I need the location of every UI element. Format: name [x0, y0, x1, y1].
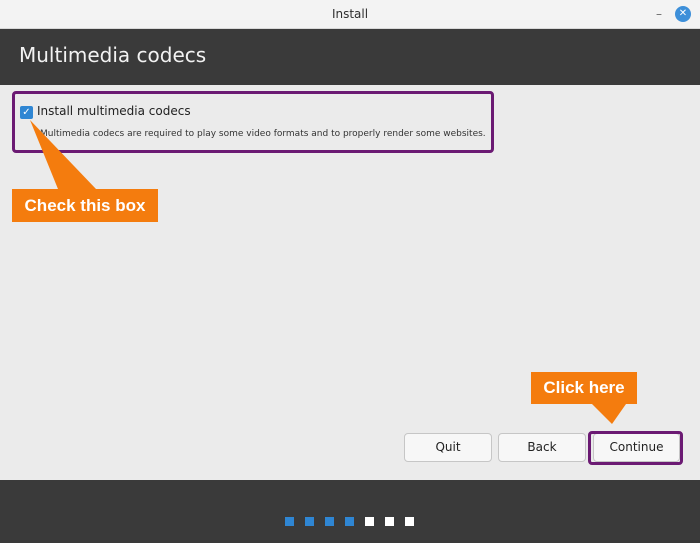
back-button[interactable]: Back	[498, 433, 586, 462]
progress-dot	[305, 517, 314, 526]
progress-dot	[345, 517, 354, 526]
progress-dot	[385, 517, 394, 526]
install-codecs-label[interactable]: Install multimedia codecs	[37, 104, 191, 118]
click-callout: Click here	[531, 372, 637, 404]
progress-dot	[325, 517, 334, 526]
continue-highlight-box	[588, 431, 683, 465]
checkbox-highlight-box	[12, 91, 494, 153]
quit-button[interactable]: Quit	[404, 433, 492, 462]
codecs-description: Multimedia codecs are required to play s…	[40, 129, 486, 139]
window-title: Install	[331, 7, 369, 21]
progress-dot	[285, 517, 294, 526]
minimize-icon[interactable]: –	[651, 7, 667, 21]
check-callout: Check this box	[12, 189, 158, 222]
progress-dot	[405, 517, 414, 526]
close-icon[interactable]: ✕	[675, 6, 691, 22]
title-bar: Install – ✕	[0, 0, 700, 29]
progress-dot	[365, 517, 374, 526]
install-codecs-checkbox[interactable]: ✓	[20, 106, 33, 119]
footer-bar	[0, 480, 700, 543]
page-title: Multimedia codecs	[19, 43, 207, 67]
page-header: Multimedia codecs	[0, 29, 700, 85]
